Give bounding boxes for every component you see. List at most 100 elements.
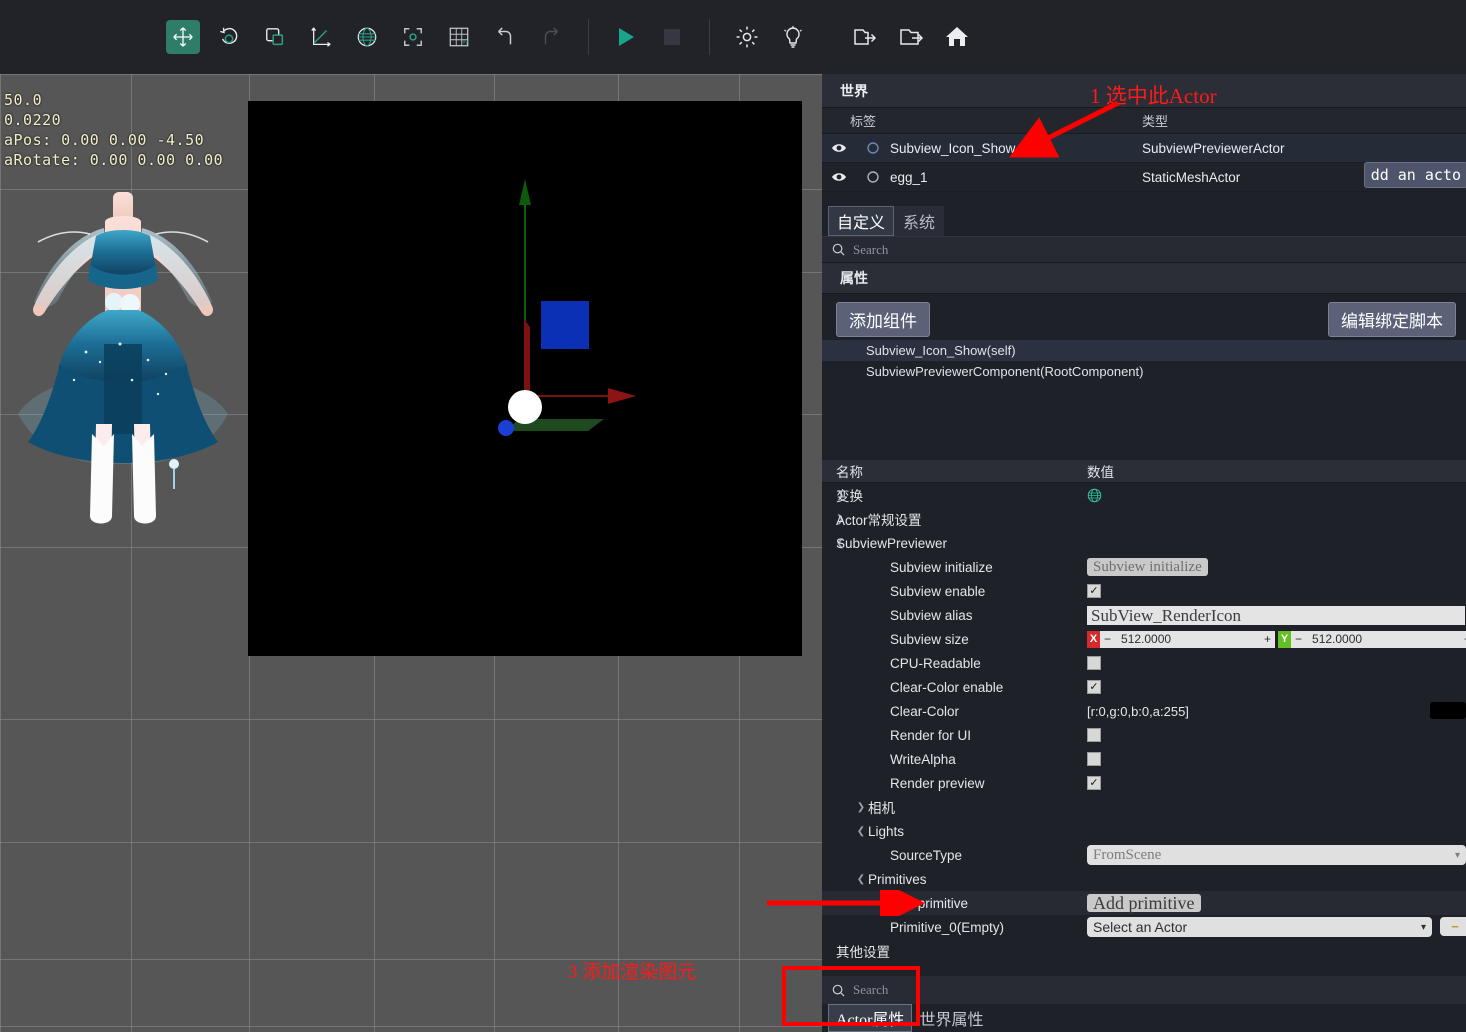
globe-icon[interactable]	[1087, 488, 1102, 503]
chevron-right-icon[interactable]: ❯	[854, 802, 868, 813]
play-button[interactable]	[609, 20, 643, 54]
property-value[interactable]: ✓	[1087, 771, 1101, 795]
property-value[interactable]: Select an Actor ▾	[1087, 915, 1432, 939]
minus-icon[interactable]: −	[1104, 632, 1111, 646]
add-component-button[interactable]: 添加组件	[836, 302, 930, 337]
property-row-lights[interactable]: ❮ Lights	[822, 819, 1466, 843]
transform-gizmo[interactable]	[248, 101, 802, 656]
gizmo-x-plane[interactable]	[524, 319, 530, 394]
property-value[interactable]	[1087, 483, 1102, 507]
property-row-subview-alias[interactable]: Subview alias SubView_RenderIcon	[822, 603, 1466, 627]
x-value-stepper[interactable]: − 512.0000 +	[1100, 630, 1275, 648]
property-value[interactable]	[1087, 747, 1101, 771]
chevron-down-icon[interactable]: ❮	[854, 874, 868, 885]
home-button[interactable]	[940, 20, 974, 54]
component-row-self[interactable]: Subview_Icon_Show(self)	[822, 340, 1466, 361]
property-value[interactable]	[1087, 723, 1101, 747]
move-tool-button[interactable]	[166, 20, 200, 54]
property-row-transform[interactable]: ❯ 变换	[822, 483, 1466, 507]
property-row-subview-initialize[interactable]: Subview initialize Subview initialize	[822, 555, 1466, 579]
property-value[interactable]	[1087, 651, 1101, 675]
scene-viewport[interactable]: 50.0 0.0220 aPos: 0.00 0.00 -4.50 aRotat…	[0, 74, 822, 1032]
subview-size-y-field[interactable]: Y − 512.0000 +	[1278, 630, 1466, 648]
render-for-ui-checkbox[interactable]	[1087, 728, 1101, 742]
property-row-other-settings[interactable]: 其他设置	[822, 939, 1466, 963]
property-row-subview-size[interactable]: Subview size X − 512.0000 + Y − 512.0000	[822, 627, 1466, 651]
gizmo-z-handle[interactable]	[498, 420, 514, 436]
chevron-down-icon[interactable]: ▾	[1455, 850, 1460, 861]
redo-button[interactable]	[534, 20, 568, 54]
y-value-stepper[interactable]: − 512.0000 +	[1291, 630, 1466, 648]
property-value[interactable]: ✓	[1087, 675, 1101, 699]
cpu-readable-checkbox[interactable]	[1087, 656, 1101, 670]
grid-snap-tool-button[interactable]: xy	[442, 20, 476, 54]
property-row-camera[interactable]: ❯ 相机	[822, 795, 1466, 819]
subview-initialize-button[interactable]: Subview initialize	[1087, 558, 1208, 576]
render-preview-window[interactable]	[248, 101, 802, 656]
chevron-right-icon[interactable]: ❯	[822, 490, 844, 501]
property-value[interactable]: Add primitive	[1087, 891, 1201, 915]
chevron-down-icon[interactable]: ▾	[1421, 922, 1426, 933]
gizmo-center-handle[interactable]	[508, 390, 542, 424]
stop-button[interactable]	[655, 20, 689, 54]
focus-selection-tool-button[interactable]	[396, 20, 430, 54]
primitive-actor-select[interactable]: Select an Actor ▾	[1087, 917, 1432, 937]
write-alpha-checkbox[interactable]	[1087, 752, 1101, 766]
visibility-eye-icon[interactable]	[822, 171, 856, 183]
remove-primitive-button[interactable]: −	[1440, 917, 1466, 936]
source-type-select[interactable]: FromScene ▾	[1087, 845, 1466, 865]
transform-axis-tool-button[interactable]	[304, 20, 338, 54]
rotate-tool-button[interactable]	[212, 20, 246, 54]
visibility-eye-icon[interactable]	[822, 142, 856, 154]
component-row-root[interactable]: SubviewPreviewerComponent(RootComponent)	[822, 361, 1466, 382]
undo-button[interactable]	[488, 20, 522, 54]
gizmo-x-arrow[interactable]	[608, 388, 636, 404]
export-button[interactable]	[848, 20, 882, 54]
property-row-primitives[interactable]: ❮ Primitives	[822, 867, 1466, 891]
global-space-tool-button[interactable]	[350, 20, 384, 54]
property-row-actor-general[interactable]: ❯ Actor常规设置	[822, 507, 1466, 531]
property-value[interactable]: ✓	[1087, 579, 1101, 603]
subview-alias-input[interactable]: SubView_RenderIcon	[1087, 605, 1465, 625]
tab-actor-properties[interactable]: Actor属性	[828, 1004, 913, 1032]
property-row-render-for-ui[interactable]: Render for UI	[822, 723, 1466, 747]
property-row-primitive-0[interactable]: Primitive_0(Empty) Select an Actor ▾ −	[822, 915, 1466, 939]
property-row-subview-previewer[interactable]: ❮ SubviewPreviewer	[822, 531, 1466, 555]
subview-size-x-field[interactable]: X − 512.0000 +	[1087, 630, 1275, 648]
property-row-render-preview[interactable]: Render preview ✓	[822, 771, 1466, 795]
property-row-source-type[interactable]: SourceType FromScene ▾	[822, 843, 1466, 867]
property-value[interactable]: FromScene ▾	[1087, 843, 1466, 867]
add-primitive-button[interactable]: Add primitive	[1087, 894, 1201, 912]
select-radio[interactable]	[856, 142, 890, 154]
plus-icon[interactable]: +	[1264, 632, 1271, 646]
add-actor-button[interactable]: dd an acto	[1363, 162, 1466, 188]
property-value[interactable]: Subview initialize	[1087, 555, 1208, 579]
tab-custom[interactable]: 自定义	[828, 206, 895, 236]
lighting-button[interactable]	[776, 20, 810, 54]
chevron-down-icon[interactable]: ❮	[822, 538, 844, 549]
property-row-subview-enable[interactable]: Subview enable ✓	[822, 579, 1466, 603]
chevron-down-icon[interactable]: ❮	[854, 826, 868, 837]
chevron-right-icon[interactable]: ❯	[822, 514, 844, 525]
property-row-clear-color[interactable]: Clear-Color [r:0,g:0,b:0,a:255]	[822, 699, 1466, 723]
subview-enable-checkbox[interactable]: ✓	[1087, 584, 1101, 598]
render-preview-checkbox[interactable]: ✓	[1087, 776, 1101, 790]
bottom-search-bar[interactable]: Search	[822, 976, 1466, 1004]
edit-script-button[interactable]: 编辑绑定脚本	[1328, 302, 1456, 337]
gizmo-y-arrow[interactable]	[519, 179, 531, 205]
tab-system[interactable]: 系统	[894, 206, 945, 236]
property-row-clear-color-enable[interactable]: Clear-Color enable ✓	[822, 675, 1466, 699]
import-button[interactable]	[894, 20, 928, 54]
select-radio[interactable]	[856, 171, 890, 183]
clear-color-swatch[interactable]	[1430, 702, 1466, 719]
component-search-bar[interactable]: Search	[822, 236, 1466, 262]
settings-button[interactable]	[730, 20, 764, 54]
clear-color-enable-checkbox[interactable]: ✓	[1087, 680, 1101, 694]
property-row-cpu-readable[interactable]: CPU-Readable	[822, 651, 1466, 675]
property-value[interactable]: SubView_RenderIcon	[1087, 603, 1466, 627]
tab-world-properties[interactable]: 世界属性	[912, 1005, 990, 1031]
property-value[interactable]: X − 512.0000 + Y − 512.0000 +	[1087, 627, 1466, 651]
scale-tool-button[interactable]	[258, 20, 292, 54]
character-model[interactable]	[8, 184, 238, 604]
property-row-write-alpha[interactable]: WriteAlpha	[822, 747, 1466, 771]
